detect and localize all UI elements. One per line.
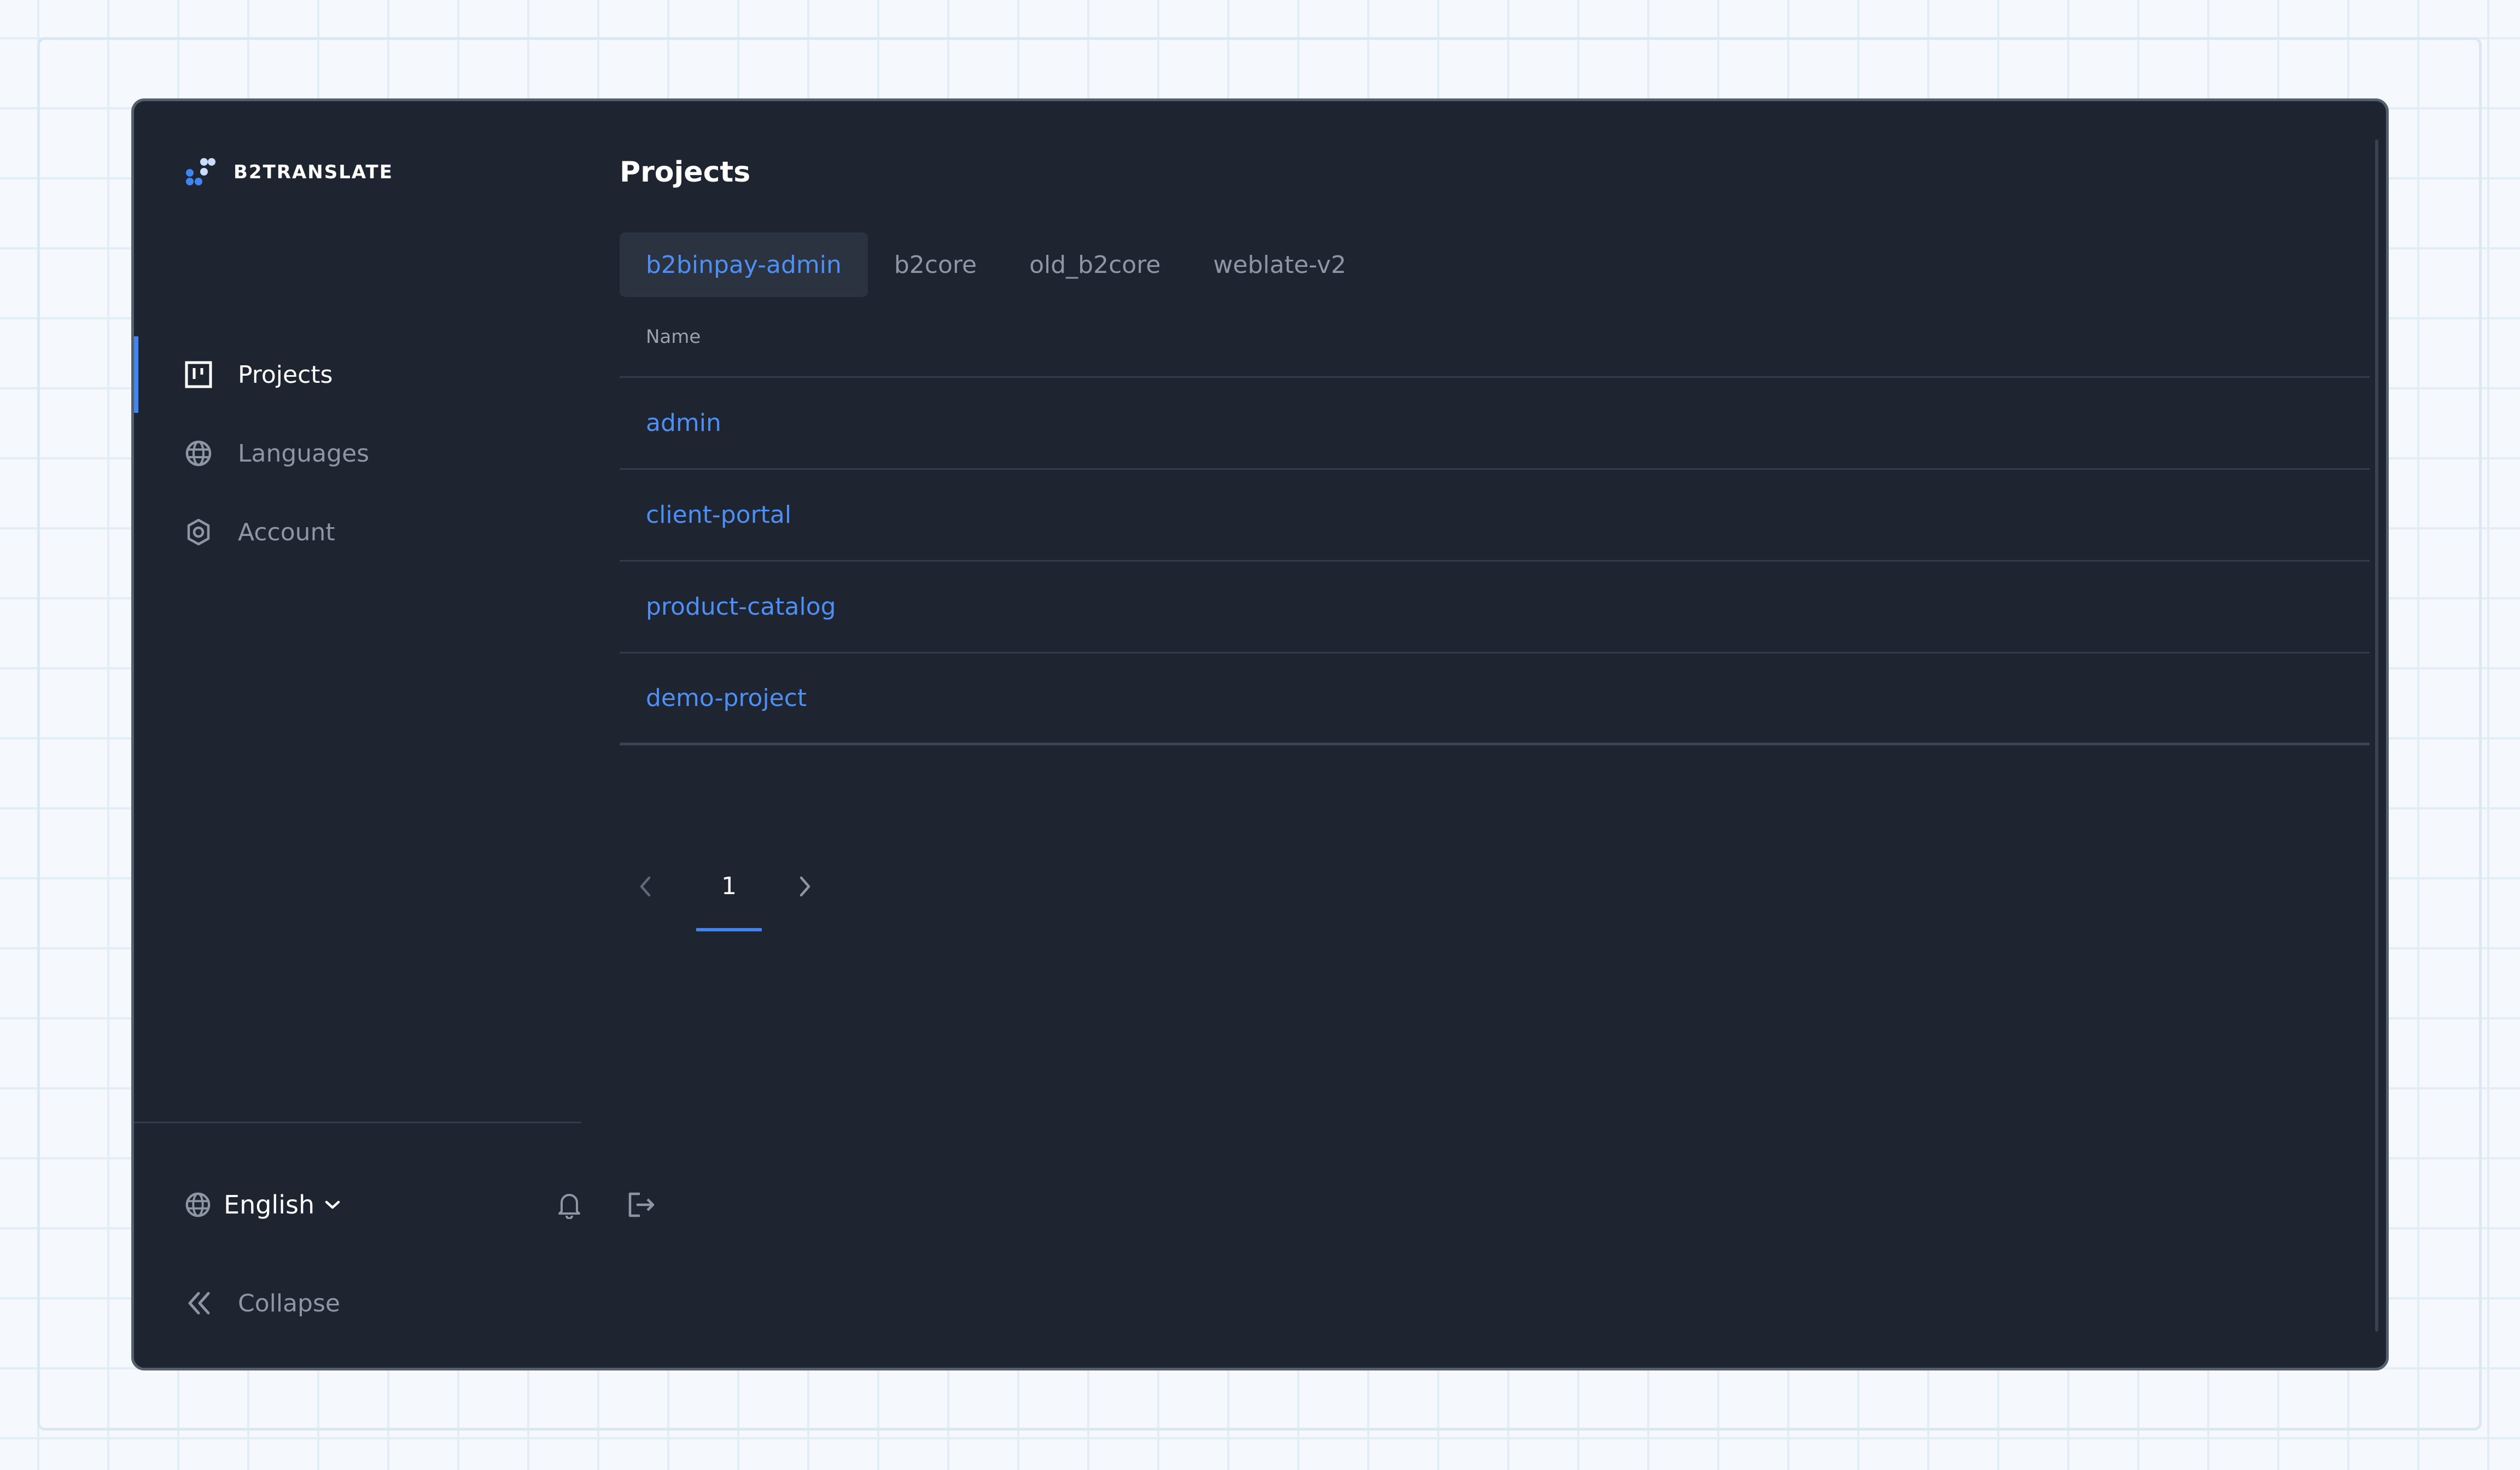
tab-b2core[interactable]: b2core [868, 232, 1003, 297]
main-content: Projects b2binpay-admin b2core old_b2cor… [620, 101, 2370, 1368]
app-window: B2TRANSLATE Projects Languages Account E… [131, 98, 2389, 1370]
project-link[interactable]: client-portal [646, 501, 791, 529]
brand-name: B2TRANSLATE [234, 161, 393, 183]
next-page-button[interactable] [787, 869, 822, 904]
sidebar-item-label: Projects [238, 360, 333, 389]
table-row: client-portal [620, 470, 2370, 562]
sidebar: B2TRANSLATE Projects Languages Account E… [134, 101, 655, 1368]
sidebar-item-account[interactable]: Account [134, 494, 581, 570]
sidebar-divider [134, 1122, 581, 1123]
sidebar-item-languages[interactable]: Languages [134, 415, 581, 492]
scrollbar[interactable] [2375, 139, 2378, 1332]
page-number[interactable]: 1 [696, 844, 762, 931]
table-row: demo-project [620, 654, 2370, 745]
language-select[interactable]: English [184, 1187, 342, 1222]
tab-old-b2core[interactable]: old_b2core [1003, 232, 1187, 297]
language-label: English [224, 1190, 315, 1220]
project-link[interactable]: product-catalog [646, 593, 836, 621]
bell-icon [558, 1194, 580, 1219]
collapse-label: Collapse [238, 1289, 340, 1317]
gear-icon [187, 518, 210, 546]
table-row: product-catalog [620, 562, 2370, 654]
board-icon [185, 361, 212, 388]
sidebar-item-label: Account [238, 518, 335, 546]
chevron-down-icon [325, 1200, 340, 1209]
sidebar-item-label: Languages [238, 439, 370, 468]
sidebar-item-projects[interactable]: Projects [134, 336, 581, 413]
double-chevron-left-icon [188, 1292, 210, 1315]
globe-icon [185, 440, 212, 466]
table-row: admin [620, 378, 2370, 470]
page-title: Projects [620, 156, 751, 189]
prev-page-button[interactable] [628, 869, 663, 904]
projects-table: Name admin client-portal product-catalog… [620, 297, 2370, 745]
project-tabs: b2binpay-admin b2core old_b2core weblate… [620, 232, 1373, 297]
pagination: 1 [620, 844, 893, 942]
chevron-right-icon [800, 876, 810, 897]
notifications-button[interactable] [552, 1187, 587, 1222]
globe-icon [185, 1192, 211, 1217]
collapse-button[interactable]: Collapse [184, 1286, 340, 1321]
tab-weblate-v2[interactable]: weblate-v2 [1187, 232, 1372, 297]
brand[interactable]: B2TRANSLATE [184, 155, 393, 190]
project-link[interactable]: admin [646, 409, 721, 437]
column-header-name[interactable]: Name [620, 297, 2370, 378]
logo-dots-icon [186, 158, 215, 185]
chevron-left-icon [640, 876, 651, 897]
project-link[interactable]: demo-project [646, 684, 807, 712]
tab-b2binpay-admin[interactable]: b2binpay-admin [620, 232, 868, 297]
